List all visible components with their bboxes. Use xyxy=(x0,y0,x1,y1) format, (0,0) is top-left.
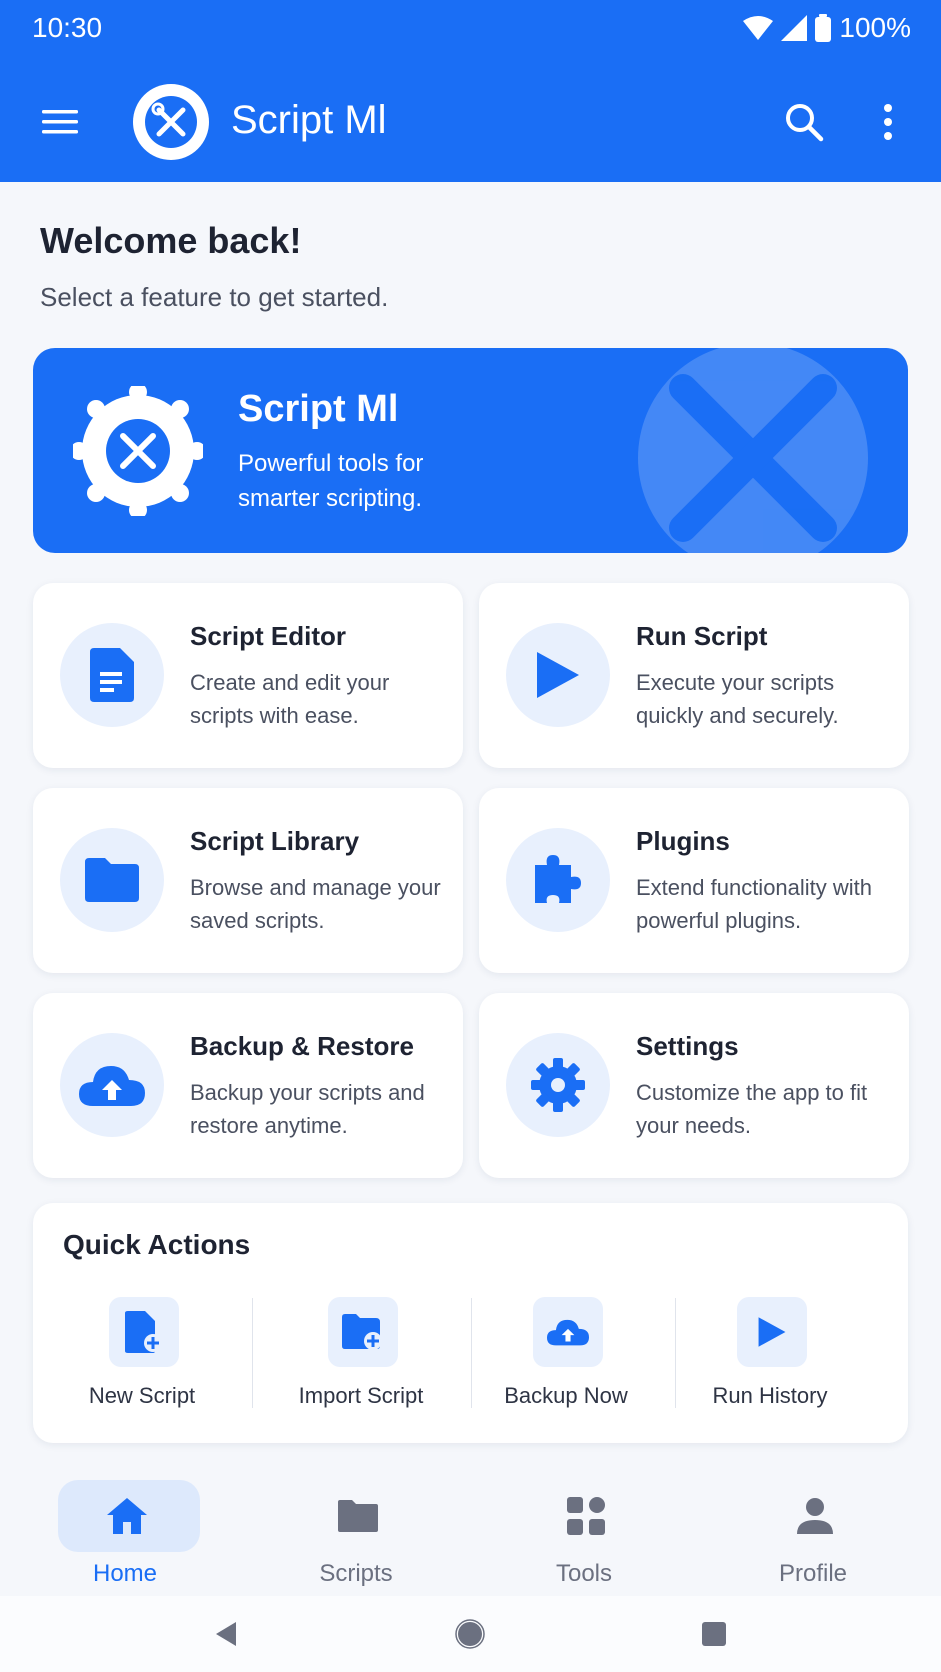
folder-add-icon xyxy=(342,1314,382,1350)
cloud-upload-icon xyxy=(79,1066,145,1106)
battery-percent: 100% xyxy=(839,12,911,43)
feature-card-plugins[interactable]: Plugins Extend functionality with powerf… xyxy=(479,788,909,973)
quick-actions-title: Quick Actions xyxy=(63,1229,251,1260)
cloud-upload-icon xyxy=(547,1319,589,1346)
wifi-icon xyxy=(743,16,774,40)
search-icon xyxy=(786,104,824,142)
quick-actions-panel: Quick Actions New Script Import Script B… xyxy=(33,1203,908,1443)
card-description: Backup your scripts and restore anytime. xyxy=(190,1080,425,1138)
nav-label: Tools xyxy=(555,1560,613,1587)
card-title: Settings xyxy=(636,1031,739,1061)
nav-home[interactable]: Home xyxy=(50,1480,200,1590)
hero-title: Script Ml xyxy=(238,388,399,430)
nav-label: Scripts xyxy=(319,1560,393,1587)
card-title: Plugins xyxy=(636,826,730,856)
nav-profile[interactable]: Profile xyxy=(738,1480,888,1590)
nav-scripts[interactable]: Scripts xyxy=(281,1480,431,1590)
feature-card-script-editor[interactable]: Script Editor Create and edit your scrip… xyxy=(33,583,463,768)
system-navigation-bar xyxy=(0,1596,941,1672)
hero-banner[interactable]: Script Ml Powerful tools for smarter scr… xyxy=(33,348,908,553)
quick-action-label: Backup Now xyxy=(504,1383,628,1408)
menu-icon xyxy=(42,110,78,134)
recents-icon[interactable] xyxy=(698,1618,730,1650)
puzzle-icon xyxy=(535,855,581,903)
feature-card-settings[interactable]: Settings Customize the app to fit your n… xyxy=(479,993,909,1178)
folder-icon xyxy=(338,1500,378,1532)
feature-card-run-script[interactable]: Run Script Execute your scripts quickly … xyxy=(479,583,909,768)
bottom-navigation: Home Scripts Tools Profile xyxy=(0,1472,941,1596)
gear-logo-icon xyxy=(73,386,203,516)
document-icon xyxy=(90,648,134,702)
feature-card-script-library[interactable]: Script Library Browse and manage your sa… xyxy=(33,788,463,973)
card-description: Create and edit your scripts with ease. xyxy=(190,670,390,728)
hero-subtitle: Powerful tools for smarter scripting. xyxy=(238,450,424,512)
play-icon xyxy=(537,652,579,698)
battery-icon xyxy=(815,14,832,42)
new-file-icon xyxy=(125,1311,162,1353)
nav-tools[interactable]: Tools xyxy=(509,1480,659,1590)
card-title: Script Library xyxy=(190,826,360,856)
nav-label: Profile xyxy=(778,1560,848,1587)
card-description: Extend functionality with powerful plugi… xyxy=(636,875,873,933)
quick-action-label: Run History xyxy=(712,1383,828,1408)
home-icon xyxy=(107,1498,147,1534)
welcome-title: Welcome back! xyxy=(40,220,302,261)
quick-action-label: New Script xyxy=(88,1383,196,1408)
person-icon xyxy=(797,1498,833,1534)
card-title: Run Script xyxy=(636,621,768,651)
quick-action-run-history[interactable]: Run History xyxy=(661,1293,879,1413)
app-title: Script Ml xyxy=(231,98,387,142)
tools-icon xyxy=(145,96,197,148)
tools-watermark-icon xyxy=(638,348,868,553)
more-vert-icon xyxy=(884,104,892,140)
quick-action-new-script[interactable]: New Script xyxy=(33,1293,251,1413)
welcome-section: Welcome back! Select a feature to get st… xyxy=(40,220,388,313)
top-bar: 10:30 100% Script Ml xyxy=(0,0,941,182)
home-circle-icon[interactable] xyxy=(454,1618,486,1650)
folder-icon xyxy=(85,858,139,902)
more-options-button[interactable] xyxy=(870,100,906,144)
back-icon[interactable] xyxy=(210,1618,242,1650)
gear-icon xyxy=(531,1058,585,1112)
card-description: Execute your scripts quickly and securel… xyxy=(636,670,839,728)
feature-card-backup-restore[interactable]: Backup & Restore Backup your scripts and… xyxy=(33,993,463,1178)
card-title: Script Editor xyxy=(190,621,347,651)
quick-action-backup-now[interactable]: Backup Now xyxy=(457,1293,675,1413)
nav-label: Home xyxy=(92,1560,158,1587)
app-bar: Script Ml xyxy=(0,72,941,172)
card-description: Customize the app to fit your needs. xyxy=(636,1080,868,1138)
search-button[interactable] xyxy=(782,100,826,144)
quick-action-label: Import Script xyxy=(298,1383,424,1408)
signal-icon xyxy=(781,15,808,41)
menu-button[interactable] xyxy=(40,102,80,142)
grid-icon xyxy=(567,1497,605,1535)
welcome-subtitle: Select a feature to get started. xyxy=(40,282,389,312)
card-title: Backup & Restore xyxy=(190,1031,414,1061)
status-bar: 10:30 100% xyxy=(0,0,941,58)
play-icon xyxy=(758,1317,786,1347)
status-time: 10:30 xyxy=(32,12,103,43)
app-logo xyxy=(133,84,209,160)
quick-action-import-script[interactable]: Import Script xyxy=(252,1293,470,1413)
card-description: Browse and manage your saved scripts. xyxy=(190,875,441,933)
